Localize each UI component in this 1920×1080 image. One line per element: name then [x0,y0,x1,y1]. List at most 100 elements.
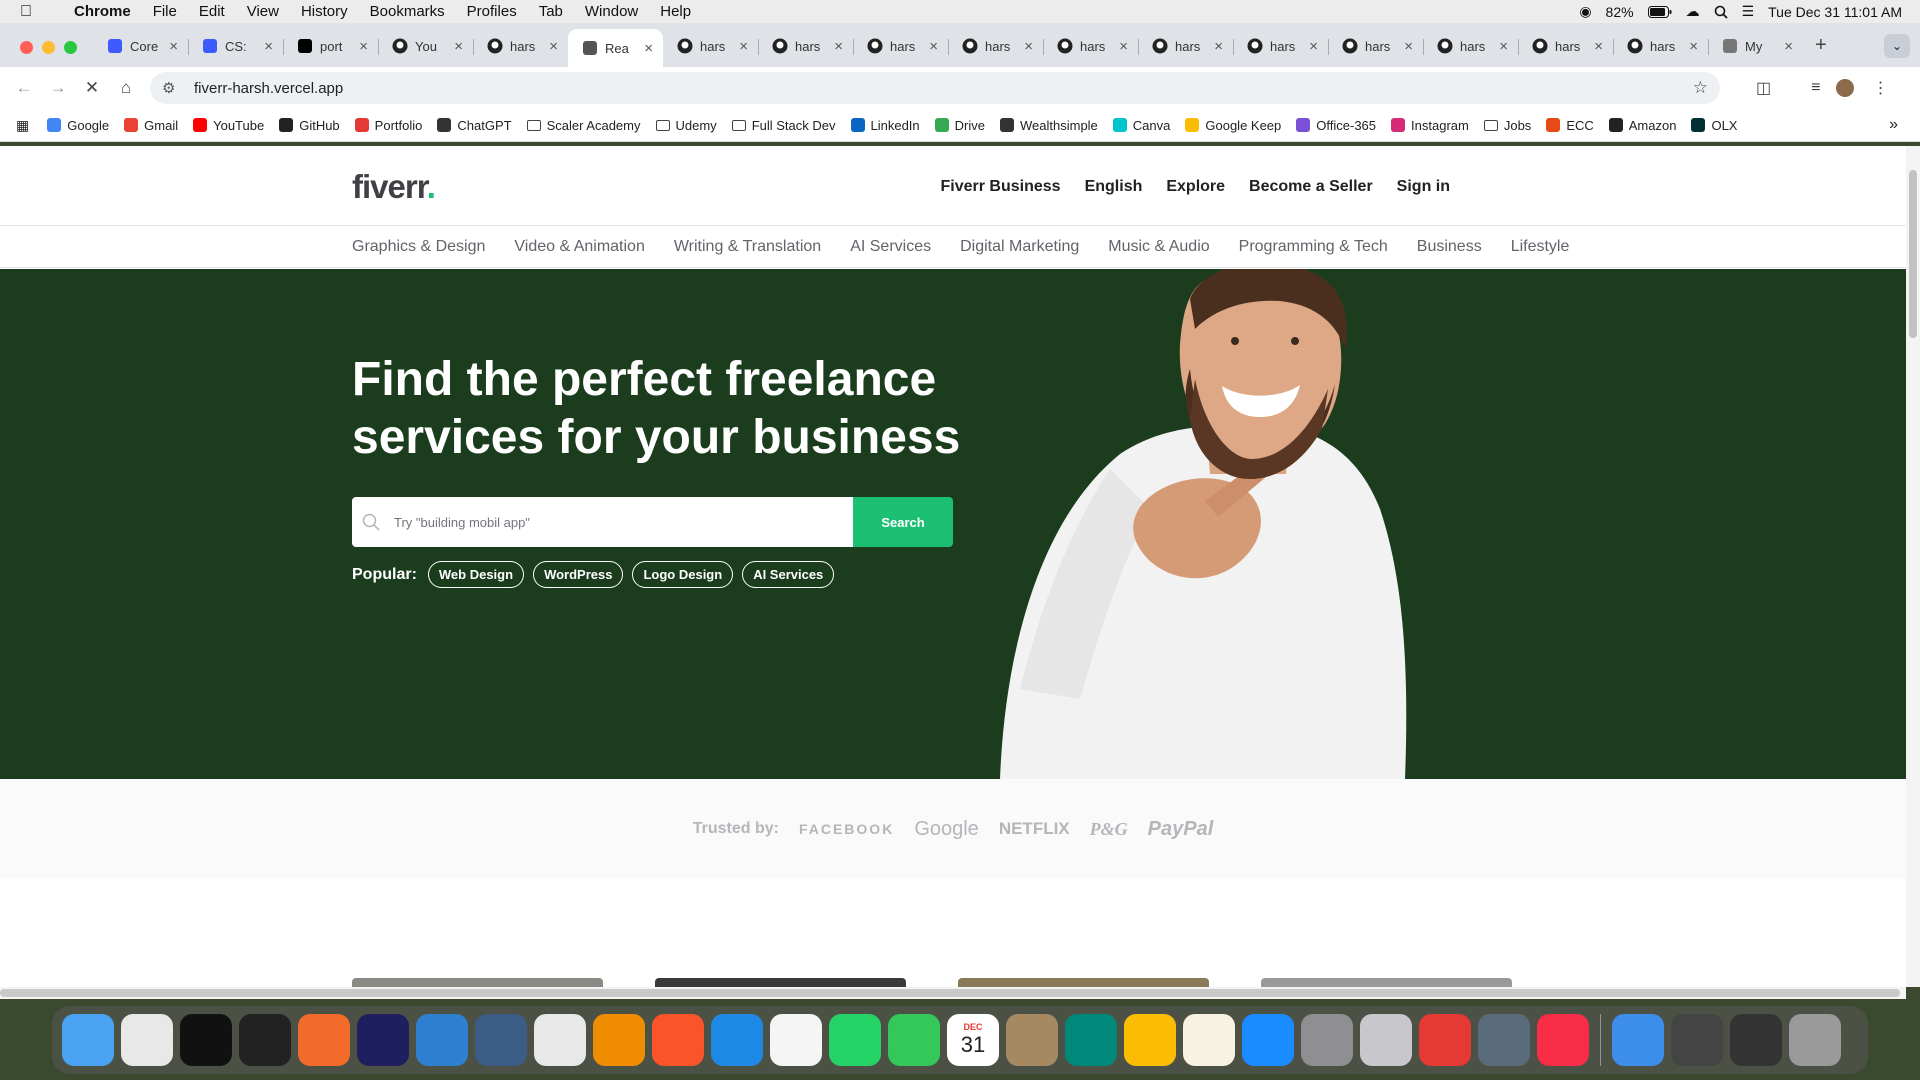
youtube-music-icon[interactable] [1419,1014,1471,1066]
browser-tab[interactable]: Rea × [568,29,663,67]
bookmark-item[interactable]: Google [47,118,109,133]
mysql-workbench-icon[interactable] [475,1014,527,1066]
service-card[interactable] [352,978,603,987]
pen-icon[interactable] [298,1014,350,1066]
apps-grid-icon[interactable]: ▦ [16,117,29,134]
bookmark-item[interactable]: Full Stack Dev [731,118,836,133]
tag-wordpress[interactable]: WordPress [533,561,624,588]
tab-search-icon[interactable]: ⌄ [1884,34,1910,58]
menu-window[interactable]: Window [585,3,638,20]
finder-icon[interactable] [62,1014,114,1066]
tag-ai-services[interactable]: AI Services [742,561,835,588]
horizontal-scrollbar[interactable] [0,987,1906,999]
bookmark-item[interactable]: Drive [934,118,985,133]
whatsapp-icon[interactable] [829,1014,881,1066]
nav-become-seller[interactable]: Become a Seller [1249,178,1373,196]
bookmark-item[interactable]: LinkedIn [850,118,920,133]
tag-logo-design[interactable]: Logo Design [632,561,734,588]
iphone-mirroring-icon[interactable] [1360,1014,1412,1066]
recent-window-icon[interactable] [1730,1014,1782,1066]
keep-icon[interactable] [1124,1014,1176,1066]
service-card[interactable] [1261,978,1512,987]
close-tab-icon[interactable]: × [1024,38,1033,55]
menu-history[interactable]: History [301,3,348,20]
browser-tab[interactable]: hars × [1138,29,1233,63]
category-music-audio[interactable]: Music & Audio [1108,238,1209,256]
profile-avatar[interactable] [1836,79,1855,97]
folder-icon[interactable] [1612,1014,1664,1066]
calendar-icon[interactable]: DEC 31 [947,1014,999,1066]
search-button[interactable]: Search [853,497,953,547]
safari-icon[interactable] [711,1014,763,1066]
browser-tab[interactable]: hars × [1328,29,1423,63]
nav-english[interactable]: English [1085,178,1143,196]
menu-profiles[interactable]: Profiles [467,3,517,20]
browser-tab[interactable]: hars × [1613,29,1708,63]
zoom-window-button[interactable] [64,41,77,54]
new-tab-button[interactable]: + [1815,34,1827,57]
menu-edit[interactable]: Edit [199,3,225,20]
close-tab-icon[interactable]: × [834,38,843,55]
clock[interactable]: Tue Dec 31 11:01 AM [1768,4,1902,20]
launchpad-icon[interactable] [121,1014,173,1066]
brave-icon[interactable] [652,1014,704,1066]
address-bar[interactable]: ⚙ fiverr-harsh.vercel.app ☆ [150,72,1720,104]
screen-record-icon[interactable]: ◉ [1579,3,1591,20]
contacts-icon[interactable] [1006,1014,1058,1066]
category-writing-translation[interactable]: Writing & Translation [674,238,821,256]
bookmark-item[interactable]: Gmail [124,118,178,133]
category-programming-tech[interactable]: Programming & Tech [1239,238,1388,256]
nav-fiverr-business[interactable]: Fiverr Business [941,178,1061,196]
search-input[interactable]: Try "building mobil app" [352,497,853,547]
spotlight-search-icon[interactable] [1714,5,1728,19]
service-card[interactable] [958,978,1209,987]
menu-tab[interactable]: Tab [539,3,563,20]
browser-tab[interactable]: hars × [758,29,853,63]
media-queue-icon[interactable]: ≡ [1811,79,1820,97]
chrome-icon[interactable] [534,1014,586,1066]
browser-tab[interactable]: You × [378,29,473,63]
vlc-icon[interactable] [593,1014,645,1066]
screenshot-icon[interactable] [1671,1014,1723,1066]
browser-tab[interactable]: hars × [663,29,758,63]
bookmark-item[interactable]: Wealthsimple [1000,118,1098,133]
close-tab-icon[interactable]: × [929,38,938,55]
bookmark-item[interactable]: Scaler Academy [526,118,641,133]
close-tab-icon[interactable]: × [739,38,748,55]
bookmark-item[interactable]: Amazon [1608,118,1676,133]
music-icon[interactable] [1537,1014,1589,1066]
site-info-icon[interactable]: ⚙ [162,79,180,97]
minimize-window-button[interactable] [42,41,55,54]
close-tab-icon[interactable]: × [1309,38,1318,55]
menu-app-name[interactable]: Chrome [74,3,131,20]
close-window-button[interactable] [20,41,33,54]
bookmark-item[interactable]: Google Keep [1185,118,1281,133]
close-tab-icon[interactable]: × [1404,38,1413,55]
close-tab-icon[interactable]: × [1689,38,1698,55]
extensions-icon[interactable]: ◫ [1756,78,1771,98]
browser-tab[interactable]: hars × [1518,29,1613,63]
bookmark-star-icon[interactable]: ☆ [1693,78,1708,98]
service-card[interactable] [655,978,906,987]
fiverr-logo[interactable]: fiverr. [352,168,436,206]
close-tab-icon[interactable]: × [1214,38,1223,55]
horizontal-scroll-thumb[interactable] [0,989,1900,997]
menu-file[interactable]: File [153,3,177,20]
close-tab-icon[interactable]: × [1784,38,1793,55]
close-tab-icon[interactable]: × [359,38,368,55]
browser-tab[interactable]: CS: × [188,29,283,63]
browser-tab[interactable]: hars × [1423,29,1518,63]
tag-web-design[interactable]: Web Design [427,561,525,588]
forward-icon[interactable]: → [48,78,68,98]
settings-icon[interactable] [1301,1014,1353,1066]
vertical-scroll-thumb[interactable] [1909,170,1917,338]
browser-tab[interactable]: Core × [93,29,188,63]
category-business[interactable]: Business [1417,238,1482,256]
back-icon[interactable]: ← [14,78,34,98]
category-video-animation[interactable]: Video & Animation [514,238,644,256]
url-text[interactable]: fiverr-harsh.vercel.app [194,80,343,97]
appstore-icon[interactable] [1242,1014,1294,1066]
browser-tab[interactable]: hars × [948,29,1043,63]
battery-icon[interactable] [1647,5,1672,18]
category-graphics-design[interactable]: Graphics & Design [352,238,485,256]
